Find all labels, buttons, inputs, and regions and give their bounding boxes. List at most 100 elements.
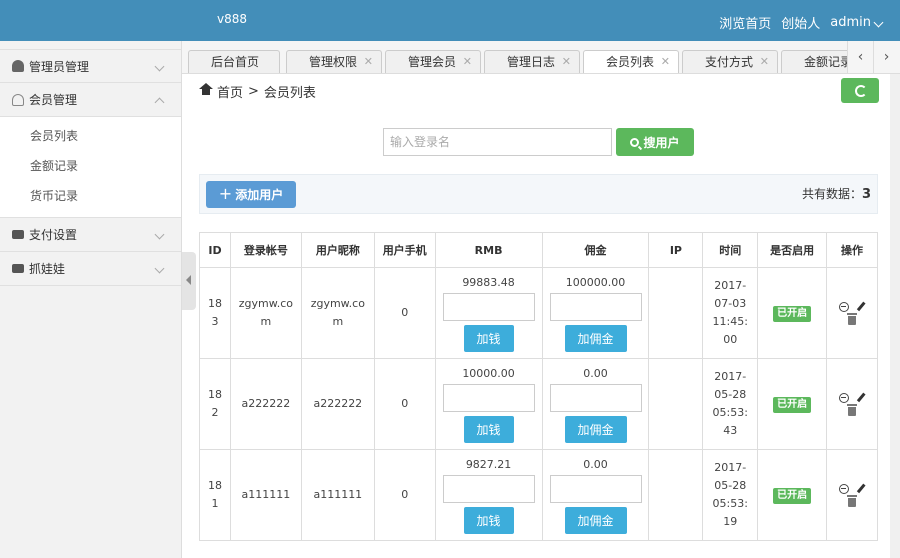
row-actions-top <box>838 392 866 403</box>
close-icon[interactable]: ✕ <box>364 51 373 73</box>
status-badge[interactable]: 已开启 <box>773 397 812 413</box>
sidebar-collapse-handle[interactable] <box>182 252 196 310</box>
search-icon <box>630 137 640 147</box>
sidebar-subitem-amount-records[interactable]: 金额记录 <box>0 151 181 181</box>
sidebar-item-label: 管理员管理 <box>29 59 90 74</box>
cell-ip <box>648 267 704 359</box>
tab-manage-members[interactable]: 管理会员 ✕ <box>385 50 481 73</box>
close-icon[interactable]: ✕ <box>760 51 769 73</box>
chevron-right-icon: › <box>883 49 890 65</box>
cell-actions <box>826 267 878 359</box>
disable-icon[interactable] <box>838 483 849 494</box>
add-commission-button[interactable]: 加佣金 <box>564 416 627 443</box>
tab-next-button[interactable]: › <box>873 41 899 73</box>
disable-icon[interactable] <box>838 301 849 312</box>
commission-amount-input[interactable] <box>549 384 642 412</box>
disable-icon[interactable] <box>838 392 849 403</box>
breadcrumb-separator: > <box>248 84 259 99</box>
status-badge[interactable]: 已开启 <box>773 306 812 322</box>
sidebar-item-payment[interactable]: 支付设置 <box>0 218 181 252</box>
sidebar-subitem-currency-records[interactable]: 货币记录 <box>0 181 181 211</box>
sidebar-subitem-member-list[interactable]: 会员列表 <box>0 121 181 151</box>
column-header: 操作 <box>826 232 878 268</box>
tab-bar: 后台首页 管理权限 ✕ 管理会员 ✕ 管理日志 ✕ 会员列表 ✕ 支付方式 ✕ 金额记录 … <box>182 41 900 74</box>
tab-prev-button[interactable]: ‹ <box>847 41 873 73</box>
cell-commission: 0.00 加佣金 <box>541 449 650 541</box>
plus-icon: + <box>218 184 233 203</box>
sidebar-item-admin[interactable]: 管理员管理 <box>0 49 181 83</box>
user-outline-icon <box>12 93 24 106</box>
card-icon <box>12 230 24 239</box>
tab-logs[interactable]: 管理日志 ✕ <box>484 50 580 73</box>
add-commission-button[interactable]: 加佣金 <box>564 325 627 352</box>
sidebar-item-members[interactable]: 会员管理 <box>0 83 181 117</box>
refresh-button[interactable] <box>841 78 879 103</box>
add-money-button[interactable]: 加钱 <box>463 416 514 443</box>
add-money-button[interactable]: 加钱 <box>463 507 514 534</box>
table-row: 182 a222222 a222222 0 10000.00 加钱 0.00 加… <box>199 358 878 450</box>
chevron-down-icon <box>154 229 165 240</box>
cell-ip <box>648 358 704 450</box>
cell-login: a222222 <box>229 358 302 450</box>
rmb-amount-input[interactable] <box>442 384 535 412</box>
breadcrumb-home[interactable]: 首页 <box>217 82 243 101</box>
tab-label: 管理会员 <box>408 55 457 69</box>
sidebar-item-claw[interactable]: 抓娃娃 <box>0 252 181 286</box>
status-badge[interactable]: 已开启 <box>773 488 812 504</box>
search-input[interactable] <box>383 128 612 156</box>
close-icon[interactable]: ✕ <box>463 51 472 73</box>
cell-id: 183 <box>199 267 231 359</box>
search-button[interactable]: 搜用户 <box>616 128 694 156</box>
chevron-down-icon <box>154 263 165 274</box>
cell-phone: 0 <box>373 358 436 450</box>
tab-permissions[interactable]: 管理权限 ✕ <box>286 50 382 73</box>
commission-value: 0.00 <box>583 458 608 471</box>
delete-icon[interactable] <box>847 403 857 416</box>
cell-login: a111111 <box>229 449 302 541</box>
add-user-button[interactable]: + 添加用户 <box>206 181 296 208</box>
commission-amount-input[interactable] <box>549 475 642 503</box>
column-header: 佣金 <box>541 232 650 268</box>
delete-icon[interactable] <box>847 494 857 507</box>
page-scrollbar[interactable] <box>890 74 900 558</box>
cell-actions <box>826 358 878 450</box>
browse-home-link[interactable]: 浏览首页 <box>719 13 771 32</box>
edit-icon[interactable] <box>856 301 865 312</box>
column-header: 时间 <box>702 232 759 268</box>
chevron-left-icon: ‹ <box>857 49 864 65</box>
close-icon[interactable]: ✕ <box>562 51 571 73</box>
delete-icon[interactable] <box>847 312 857 325</box>
column-header: 登录帐号 <box>229 232 302 268</box>
cell-commission: 100000.00 加佣金 <box>541 267 650 359</box>
total-value: 3 <box>861 187 871 202</box>
cell-time: 2017-05-28 05:53:43 <box>702 358 759 450</box>
user-menu[interactable]: admin <box>830 15 884 30</box>
tab-dashboard[interactable]: 后台首页 <box>188 50 280 73</box>
edit-icon[interactable] <box>856 392 865 403</box>
cell-time: 2017-05-28 05:53:19 <box>702 449 759 541</box>
cell-status: 已开启 <box>757 358 828 450</box>
role-label: 创始人 <box>781 17 821 32</box>
tab-member-list[interactable]: 会员列表 ✕ <box>583 50 679 73</box>
member-table: ID 登录帐号 用户昵称 用户手机 RMB 佣金 IP 时间 是否启用 操作 1… <box>199 232 878 541</box>
add-commission-button[interactable]: 加佣金 <box>564 507 627 534</box>
rmb-amount-input[interactable] <box>442 293 535 321</box>
edit-icon[interactable] <box>856 483 865 494</box>
table-row: 181 a111111 a111111 0 9827.21 加钱 0.00 加佣… <box>199 449 878 541</box>
tab-amount-records[interactable]: 金额记录 <box>781 50 853 73</box>
tab-payment-methods[interactable]: 支付方式 ✕ <box>682 50 778 73</box>
tab-label: 管理日志 <box>507 55 556 69</box>
cell-id: 181 <box>199 449 231 541</box>
cell-rmb: 10000.00 加钱 <box>434 358 543 450</box>
sidebar-item-label: 会员管理 <box>29 93 78 107</box>
list-toolbar: + 添加用户 共有数据：3 <box>199 174 878 214</box>
home-icon <box>199 82 213 97</box>
card-icon <box>12 264 24 273</box>
add-money-button[interactable]: 加钱 <box>463 325 514 352</box>
close-icon[interactable]: ✕ <box>661 51 670 73</box>
commission-amount-input[interactable] <box>549 293 642 321</box>
cell-phone: 0 <box>373 449 436 541</box>
brand-logo[interactable]: v888 <box>217 12 247 26</box>
rmb-amount-input[interactable] <box>442 475 535 503</box>
chevron-down-icon <box>154 61 165 72</box>
